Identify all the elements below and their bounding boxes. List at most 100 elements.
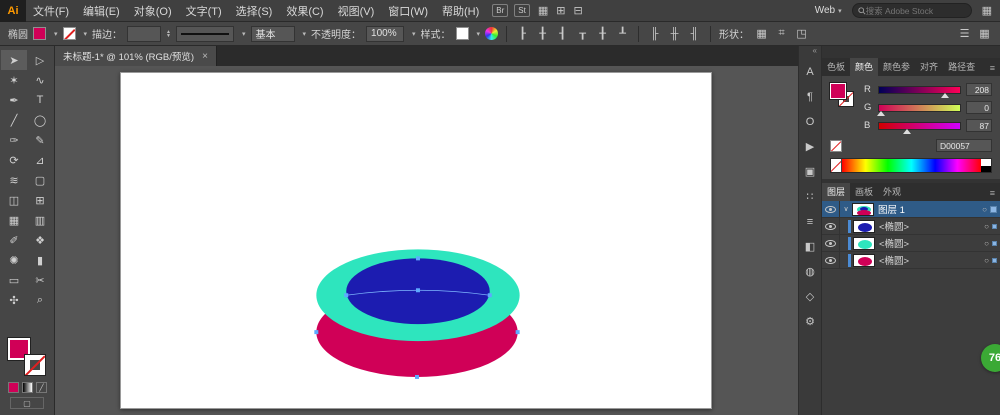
symbol-sprayer-tool[interactable]: ✺ [1,250,27,270]
panel-grid-icon[interactable]: ▦ [977,27,992,40]
tab-appearance[interactable]: 外观 [878,183,906,201]
slider-handle[interactable] [877,111,885,116]
stroke-width-field[interactable] [127,26,161,42]
style-swatch[interactable] [456,27,469,40]
shape-builder-tool[interactable]: ◫ [1,190,27,210]
pencil-tool[interactable]: ✎ [27,130,53,150]
selection-indicator[interactable] [990,206,997,213]
slider-handle[interactable] [903,129,911,134]
gradient-mode-button[interactable] [22,382,33,393]
fill-color-swatch[interactable] [33,27,46,40]
line-segment-tool[interactable]: ╱ [1,110,27,130]
width-profile-dropdown[interactable] [176,26,234,42]
blend-tool[interactable]: ❖ [27,230,53,250]
red-slider[interactable] [878,86,961,94]
layer-row[interactable]: ∨ 图层 1 ○ [822,201,1000,218]
menu-select[interactable]: 选择(S) [229,0,280,22]
menu-file[interactable]: 文件(F) [26,0,76,22]
opentype-panel-icon[interactable]: O [798,109,822,134]
visibility-cell[interactable] [822,201,840,217]
color-spectrum[interactable] [830,158,992,173]
none-mode-button[interactable]: ╱ [36,382,47,393]
perspective-grid-tool[interactable]: ⊞ [27,190,53,210]
close-tab-icon[interactable]: × [202,51,208,62]
stroke-panel-icon[interactable]: ≡ [798,209,822,234]
stroke-width-stepper[interactable]: ▲▼ [166,30,171,38]
lasso-tool[interactable]: ∿ [27,70,53,90]
distribute-right-icon[interactable]: ╢ [687,28,702,40]
workspace-switcher[interactable]: Web▾ [815,5,842,16]
paintbrush-tool[interactable]: ✑ [1,130,27,150]
tab-layers[interactable]: 图层 [822,183,850,201]
stroke-swatch[interactable] [24,354,46,376]
align-center-h-icon[interactable]: ╂ [535,27,550,40]
anchor-point[interactable] [416,256,420,260]
character-panel-icon[interactable]: A [798,59,822,84]
direct-selection-tool[interactable]: ▷ [27,50,53,70]
object-name[interactable]: <椭圆> [879,236,909,250]
settings-panel-icon[interactable]: ⚙ [798,309,822,334]
gradient-panel-icon[interactable]: ◧ [798,234,822,259]
object-name[interactable]: <椭圆> [879,253,909,267]
panel-menu-icon[interactable]: ☰ [957,27,972,40]
pen-tool[interactable]: ✒ [1,90,27,110]
share-icon[interactable]: ⊞ [556,4,565,17]
scale-tool[interactable]: ⊿ [27,150,53,170]
panel-menu-icon[interactable]: ≡ [985,63,1000,76]
eye-icon[interactable] [825,257,836,264]
slider-handle[interactable] [941,93,949,98]
menu-help[interactable]: 帮助(H) [435,0,486,22]
anchor-point[interactable] [344,293,348,297]
align-right-icon[interactable]: ┨ [555,27,570,40]
canvas[interactable] [55,66,798,415]
green-value-field[interactable]: 0 [966,101,992,114]
object-name[interactable]: <椭圆> [879,219,909,233]
brush-definition-dropdown[interactable]: 基本 [251,26,295,42]
artboard[interactable] [120,72,712,409]
distribute-center-icon[interactable]: ╫ [667,28,682,40]
spectrum-bw-swatches[interactable] [981,159,991,172]
column-graph-tool[interactable]: ▮ [27,250,53,270]
isolate-icon[interactable]: ◳ [794,27,809,40]
ellipse-tool[interactable]: ◯ [27,110,53,130]
actions-panel-icon[interactable]: ▶ [798,134,822,159]
device-icon[interactable]: ⊟ [573,4,582,17]
menu-edit[interactable]: 编辑(E) [76,0,127,22]
tab-swatches[interactable]: 色板 [822,58,850,76]
tab-artboards[interactable]: 画板 [850,183,878,201]
chevron-down-icon[interactable]: ▾ [412,30,416,38]
screen-mode-button[interactable]: ▢ [10,397,44,409]
mesh-tool[interactable]: ▦ [1,210,27,230]
anchor-point[interactable] [488,293,492,297]
target-icon[interactable]: ○ [984,256,989,265]
object-row[interactable]: <椭圆> ○ [822,252,1000,269]
zoom-tool[interactable]: ⌕ [27,290,53,310]
menu-window[interactable]: 窗口(W) [381,0,435,22]
align-top-icon[interactable]: ┰ [575,27,590,40]
transparency-panel-icon[interactable]: ◍ [798,259,822,284]
align-bottom-icon[interactable]: ┸ [615,27,630,40]
anchor-point[interactable] [416,288,420,292]
chevron-down-icon[interactable]: ▾ [477,30,481,38]
cs-grid-icon[interactable]: ▦ [982,4,992,17]
opacity-field[interactable]: 100% [366,26,404,42]
type-tool[interactable]: T [27,90,53,110]
anchor-point[interactable] [516,330,520,334]
menu-type[interactable]: 文字(T) [179,0,229,22]
target-icon[interactable]: ○ [982,205,987,214]
menu-view[interactable]: 视图(V) [331,0,382,22]
selection-tool[interactable]: ➤ [1,50,27,70]
document-tab[interactable]: 未标题-1* @ 101% (RGB/预览) × [55,46,217,66]
transform-icon[interactable]: ▦ [754,27,769,40]
eye-icon[interactable] [825,206,836,213]
align-center-v-icon[interactable]: ╂ [595,27,610,40]
bridge-badge[interactable]: Br [492,4,508,17]
grid-icon[interactable]: ⌗ [774,27,789,40]
spectrum-bar[interactable] [842,159,981,172]
panel-menu-icon[interactable]: ≡ [985,188,1000,201]
stroke-color-swatch[interactable] [63,27,76,40]
visibility-cell[interactable] [822,218,840,234]
selection-indicator[interactable] [992,258,997,263]
distribute-left-icon[interactable]: ╟ [647,28,662,40]
selection-indicator[interactable] [992,224,997,229]
